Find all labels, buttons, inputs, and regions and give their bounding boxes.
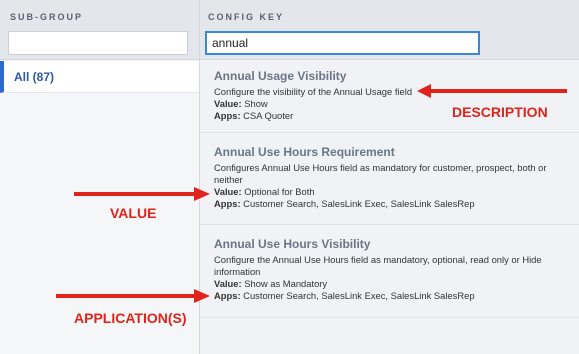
value-annotation: VALUE xyxy=(110,205,157,221)
config-entry-apps: Apps: Customer Search, SalesLink Exec, S… xyxy=(214,290,565,302)
value-arrow-icon xyxy=(74,187,210,201)
apps-text: CSA Quoter xyxy=(243,110,294,121)
apps-label: Apps: xyxy=(214,198,241,209)
config-entry-value: Value: Show as Mandatory xyxy=(214,278,565,290)
sidebar-item-label: All (87) xyxy=(14,70,55,84)
config-entry-title: Annual Usage Visibility xyxy=(214,69,347,83)
apps-text: Customer Search, SalesLink Exec, SalesLi… xyxy=(243,290,475,301)
config-entry-description-cont: information xyxy=(214,266,261,277)
apps-text: Customer Search, SalesLink Exec, SalesLi… xyxy=(243,198,475,209)
config-entry-description: Configures Annual Use Hours field as man… xyxy=(214,162,547,173)
description-arrow-icon xyxy=(417,84,567,98)
sidebar-item-all[interactable]: All (87) xyxy=(0,61,199,93)
subgroup-filter-input[interactable] xyxy=(8,31,188,55)
subgroup-column-label: SUB-GROUP xyxy=(10,12,84,22)
config-entry-value: Value: Optional for Both xyxy=(214,186,565,198)
config-entry-description-cont: neither xyxy=(214,174,243,185)
value-label: Value: xyxy=(214,186,242,197)
config-key-column-label: CONFIG KEY xyxy=(208,12,285,22)
config-entry-title: Annual Use Hours Requirement xyxy=(214,145,395,159)
config-entry-title: Annual Use Hours Visibility xyxy=(214,237,371,251)
description-annotation: DESCRIPTION xyxy=(452,104,548,120)
config-entry[interactable]: Annual Use Hours Requirement Configures … xyxy=(200,134,579,225)
config-key-search-input[interactable] xyxy=(205,31,480,55)
value-text: Optional for Both xyxy=(244,186,315,197)
value-label: Value: xyxy=(214,278,242,289)
apps-label: Apps: xyxy=(214,110,241,121)
applications-arrow-icon xyxy=(56,289,210,303)
config-entry-description: Configure the Annual Use Hours field as … xyxy=(214,254,542,265)
config-entry-apps: Apps: Customer Search, SalesLink Exec, S… xyxy=(214,198,565,210)
value-text: Show xyxy=(244,98,268,109)
apps-label: Apps: xyxy=(214,290,241,301)
applications-annotation: APPLICATION(S) xyxy=(74,310,187,326)
value-text: Show as Mandatory xyxy=(244,278,328,289)
config-entry[interactable]: Annual Use Hours Visibility Configure th… xyxy=(200,226,579,318)
value-label: Value: xyxy=(214,98,242,109)
